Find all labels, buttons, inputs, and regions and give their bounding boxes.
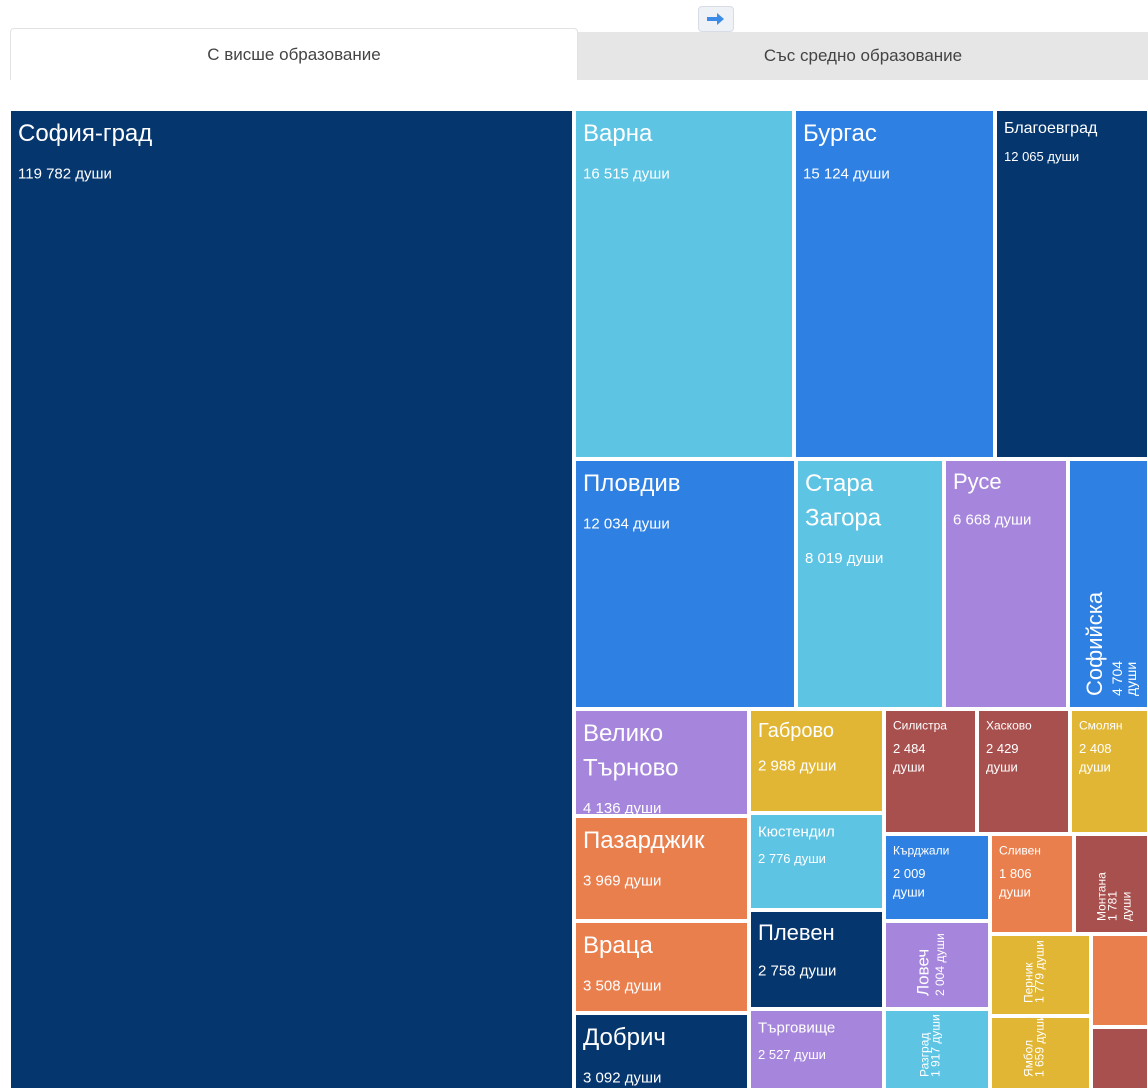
treemap-value: 3 508 души <box>583 977 661 994</box>
treemap-rect <box>9 109 574 1089</box>
treemap-label: Ловеч <box>914 949 933 996</box>
treemap-value: 3 092 души <box>583 1069 661 1086</box>
treemap-label: Хасково <box>986 718 1032 732</box>
treemap-rect <box>574 459 796 709</box>
treemap-value: 2 429 <box>986 741 1019 756</box>
treemap-label: Софийска <box>1082 591 1107 696</box>
treemap-cell[interactable]: Софийска 4 704души <box>1068 459 1148 709</box>
treemap-label: Русе <box>953 469 1002 494</box>
treemap-cell[interactable]: Хасково 2 429 души <box>977 709 1070 834</box>
treemap-value: 15 124 души <box>803 165 890 182</box>
treemap-value: 2 009 <box>893 866 926 881</box>
treemap-rect <box>794 109 995 459</box>
treemap-cell[interactable]: Кърджали 2 009 души <box>884 834 990 921</box>
treemap-value: 16 515 души <box>583 165 670 182</box>
treemap-cell[interactable]: Силистра 2 484 души <box>884 709 977 834</box>
treemap-cell[interactable]: Ямбол1 659 души <box>990 1014 1091 1089</box>
treemap-cell[interactable]: Сливен 1 806 души <box>990 834 1074 934</box>
treemap-value: 1 779 души <box>1032 940 1046 1003</box>
treemap-label: Търново <box>583 755 678 782</box>
treemap-label: Силистра <box>893 718 947 732</box>
treemap-cell[interactable]: Благоевград 12 065 души <box>995 109 1148 459</box>
treemap-cell[interactable]: Добрич 3 092 души <box>574 1013 749 1089</box>
treemap-label: Стара <box>805 470 874 497</box>
treemap-value-unit: души <box>1119 892 1133 921</box>
treemap-label: Търговище <box>758 1019 835 1036</box>
treemap-label: Плевен <box>758 920 835 945</box>
treemap-label: Благоевград <box>1004 120 1098 137</box>
treemap-value: 12 034 души <box>583 515 670 532</box>
treemap-label: Велико <box>583 720 663 747</box>
treemap-cell[interactable]: Враца 3 508 души <box>574 921 749 1013</box>
treemap-cell[interactable]: Пловдив 12 034 души <box>574 459 796 709</box>
treemap-rect <box>944 459 1068 709</box>
treemap-label: Бургас <box>803 120 877 147</box>
treemap-value: 8 019 души <box>805 550 883 567</box>
treemap-cell[interactable]: Монтана1 781 души <box>1074 834 1148 934</box>
treemap-value-unit: души <box>893 759 925 774</box>
treemap-cell[interactable]: Пазарджик 3 969 души <box>574 816 749 921</box>
treemap-value: 1 659 души <box>1032 1014 1046 1077</box>
treemap-cell[interactable]: Плевен 2 758 души <box>749 910 884 1009</box>
treemap-cell[interactable]: Кюстендил 2 776 души <box>749 813 884 910</box>
treemap-label: Добрич <box>583 1024 666 1051</box>
treemap-label: Враца <box>583 932 653 959</box>
treemap-cell[interactable]: Габрово 2 988 души <box>749 709 884 813</box>
treemap-cell[interactable]: Смолян 2 408 души <box>1070 709 1148 834</box>
treemap-cell[interactable]: Велико Търново 4 136 души <box>574 709 749 817</box>
treemap-label: Сливен <box>999 843 1041 857</box>
treemap-label: Кърджали <box>893 843 949 857</box>
treemap-label: Пазарджик <box>583 827 705 854</box>
treemap-value: 1 781 <box>1105 891 1119 921</box>
treemap-rect-unlabeled[interactable] <box>1091 934 1148 1027</box>
treemap-value: 2 484 <box>893 741 926 756</box>
treemap-value-unit: души <box>986 759 1018 774</box>
treemap-value-unit: души <box>1079 759 1111 774</box>
treemap-cell[interactable]: Ловеч 2 004 души <box>884 921 990 1009</box>
treemap-value: 4 136 души <box>583 800 661 817</box>
treemap-label: Кюстендил <box>758 823 835 840</box>
treemap-rect <box>574 109 794 459</box>
treemap-value: 2 776 души <box>758 851 826 866</box>
treemap-label: Смолян <box>1079 718 1122 732</box>
treemap-cell[interactable]: Търговище 2 527 души <box>749 1009 884 1089</box>
treemap-value: 2 988 души <box>758 758 836 775</box>
treemap-cell[interactable]: Разград1 917 души <box>884 1009 990 1089</box>
treemap-cell[interactable]: Русе 6 668 души <box>944 459 1068 709</box>
treemap-cell[interactable]: София-град 119 782 души <box>9 109 574 1089</box>
treemap-value: 2 527 души <box>758 1047 826 1062</box>
treemap-label: Габрово <box>758 720 834 742</box>
treemap-cell[interactable]: Бургас 15 124 души <box>794 109 995 459</box>
treemap-label: Загора <box>805 505 882 532</box>
treemap-chart: София-град 119 782 души Варна 16 515 души Бу… <box>9 109 1148 1089</box>
treemap-label: Пловдив <box>583 470 681 497</box>
treemap-value-unit: души <box>893 884 925 899</box>
treemap-value: 1 806 <box>999 866 1032 881</box>
treemap-value: 2 758 души <box>758 962 836 979</box>
treemap-cell[interactable]: Перник1 779 души <box>990 934 1091 1016</box>
treemap-value: 2 408 <box>1079 741 1112 756</box>
treemap-label: Варна <box>583 120 653 147</box>
treemap-value: 2 004 души <box>933 933 947 996</box>
treemap-cell[interactable]: Стара Загора 8 019 души <box>796 459 944 709</box>
treemap-value: 1 917 души <box>928 1014 942 1077</box>
treemap-value-unit: души <box>1123 662 1139 696</box>
treemap-value-unit: души <box>999 884 1031 899</box>
treemap-value: 6 668 души <box>953 511 1031 528</box>
treemap-cell[interactable]: Варна 16 515 души <box>574 109 794 459</box>
treemap-rect <box>796 459 944 709</box>
treemap-value: 12 065 души <box>1004 149 1079 164</box>
treemap-rect-unlabeled[interactable] <box>1091 1027 1148 1089</box>
treemap-label: София-град <box>18 120 152 147</box>
treemap-value: 119 782 души <box>18 165 112 182</box>
treemap-value: 3 969 души <box>583 872 661 889</box>
